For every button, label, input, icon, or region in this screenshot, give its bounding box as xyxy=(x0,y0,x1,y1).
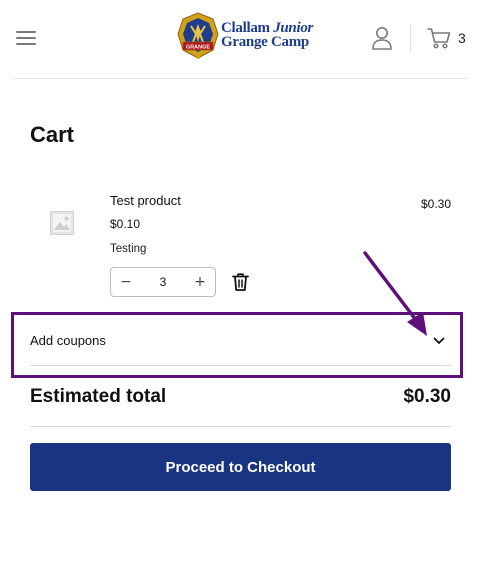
line-item-total: $0.30 xyxy=(420,197,451,211)
page-title: Cart xyxy=(30,122,75,147)
user-account-icon[interactable] xyxy=(371,26,393,50)
annotation-highlight-box xyxy=(11,312,463,378)
product-description: Testing xyxy=(110,243,147,255)
hamburger-menu-icon[interactable] xyxy=(16,30,36,46)
badge-text: GRANGE xyxy=(186,45,210,51)
logo-text: Clallam Junior Grange Camp xyxy=(221,21,313,50)
quantity-stepper: − + xyxy=(110,267,216,297)
logo-name-line2: Grange Camp xyxy=(221,34,309,50)
header-bottom-divider xyxy=(14,78,467,79)
shopping-cart-icon[interactable] xyxy=(427,27,451,49)
total-divider xyxy=(30,426,451,427)
site-logo[interactable]: GRANGE Clallam Junior Grange Camp xyxy=(177,12,317,64)
estimated-total-label: Estimated total xyxy=(30,386,167,407)
site-header: GRANGE Clallam Junior Grange Camp 3 xyxy=(0,0,483,78)
product-unit-price: $0.10 xyxy=(110,217,141,231)
header-divider xyxy=(410,24,411,52)
cart-count-badge[interactable]: 3 xyxy=(458,30,466,46)
proceed-to-checkout-button[interactable]: Proceed to Checkout xyxy=(30,443,451,491)
estimated-total-value: $0.30 xyxy=(403,386,451,407)
image-placeholder-icon xyxy=(50,211,74,235)
quantity-input[interactable] xyxy=(141,268,185,296)
product-name-link[interactable]: Test product xyxy=(110,193,181,208)
quantity-decrease-button[interactable]: − xyxy=(111,268,141,296)
quantity-increase-button[interactable]: + xyxy=(185,268,215,296)
grange-badge-icon: GRANGE xyxy=(177,12,219,59)
trash-icon[interactable] xyxy=(232,273,249,291)
